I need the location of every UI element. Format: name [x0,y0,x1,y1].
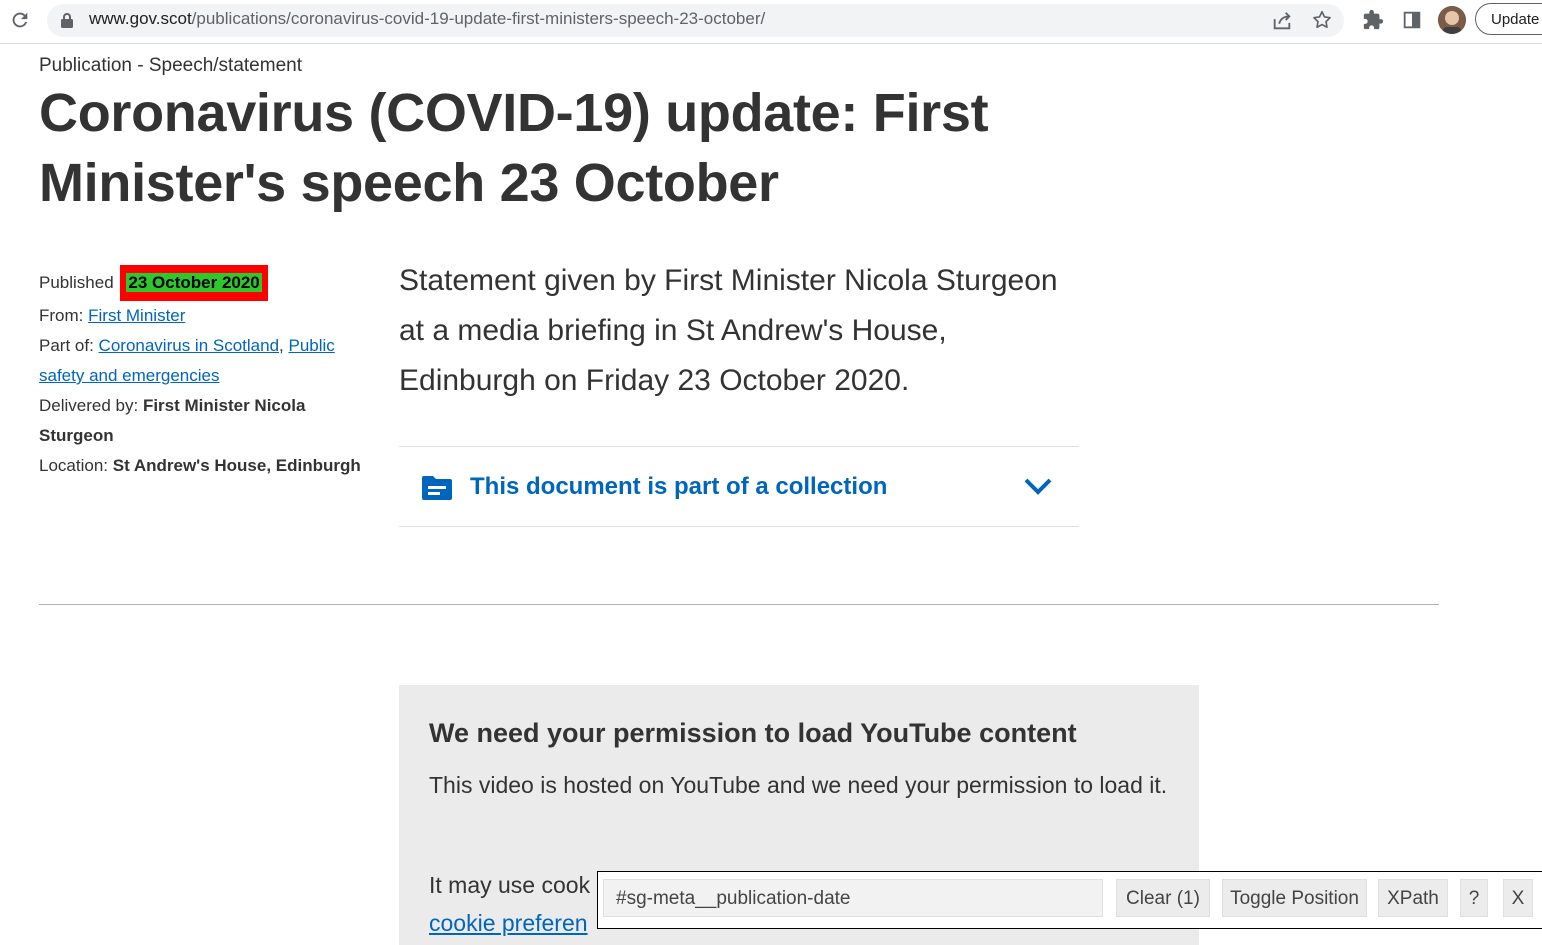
coronavirus-in-scotland-link[interactable]: Coronavirus in Scotland [99,336,279,355]
part-of-row: Part of: Coronavirus in Scotland, Public… [39,331,369,391]
published-row: Published 23 October 2020 [39,265,369,301]
url-host: www.gov.scot [89,9,192,28]
toggle-position-button[interactable]: Toggle Position [1222,879,1367,917]
part-of-label: Part of: [39,336,94,355]
location-label: Location: [39,456,108,475]
collection-toggle-label[interactable]: This document is part of a collection [470,473,887,501]
selector-input[interactable]: #sg-meta__publication-date [603,879,1103,917]
from-label: From: [39,306,84,325]
chevron-down-icon[interactable] [1023,475,1053,497]
help-button[interactable]: ? [1460,879,1488,917]
publication-type-label: Publication - Speech/statement [39,55,302,76]
page-summary: Statement given by First Minister Nicola… [399,264,1058,397]
youtube-consent-title: We need your permission to load YouTube … [429,718,1077,748]
browser-toolbar: www.gov.scot/publications/coronavirus-co… [0,0,1542,44]
page-title: Coronavirus (COVID-19) update: First Min… [39,83,989,213]
share-icon[interactable] [1271,10,1293,32]
clear-button[interactable]: Clear (1) [1116,879,1210,917]
update-button[interactable]: Update [1475,3,1542,35]
lock-icon[interactable] [60,12,74,28]
reload-icon[interactable] [9,9,31,31]
youtube-cookie-text: It may use cook [429,872,591,898]
from-link[interactable]: First Minister [88,306,185,325]
delivered-by-label: Delivered by: [39,396,139,415]
youtube-consent-text: This video is hosted on YouTube and we n… [429,772,1168,798]
location-value: St Andrew's House, Edinburgh [112,456,361,475]
section-divider [39,604,1439,605]
url-text[interactable]: www.gov.scot/publications/coronavirus-co… [89,9,765,29]
published-label: Published [39,273,114,292]
cookie-preferences-link[interactable]: cookie preferen [429,903,588,943]
document-folder-icon [422,476,452,500]
location-row: Location: St Andrew's House, Edinburgh [39,451,369,481]
publication-date[interactable]: 23 October 2020 [126,273,262,292]
bookmark-star-icon[interactable] [1311,9,1333,31]
publication-metadata: Published 23 October 2020 From: First Mi… [39,265,369,481]
side-panel-icon[interactable] [1401,9,1423,31]
delivered-by-row: Delivered by: First Minister Nicola Stur… [39,391,369,451]
collection-accordion[interactable]: This document is part of a collection [399,446,1079,527]
extensions-puzzle-icon[interactable] [1362,9,1384,31]
part-of-separator: , [279,336,284,355]
close-helper-button[interactable]: X [1503,879,1533,917]
url-path: /publications/coronavirus-covid-19-updat… [191,9,766,28]
from-row: From: First Minister [39,301,369,331]
profile-avatar[interactable] [1438,6,1466,34]
selector-helper-panel: #sg-meta__publication-date Clear (1) Tog… [597,871,1542,929]
xpath-button[interactable]: XPath [1378,879,1448,917]
highlighted-element-outline: 23 October 2020 [120,265,268,301]
